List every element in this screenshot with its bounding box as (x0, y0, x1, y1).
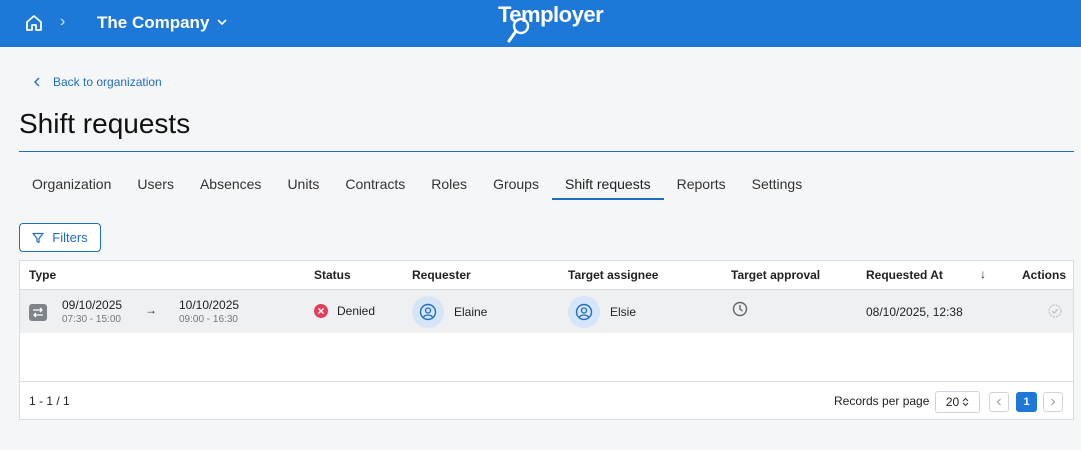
requester-cell: Elaine (412, 296, 487, 328)
tab-reports[interactable]: Reports (664, 167, 739, 200)
to-shift: 10/10/2025 09:00 - 16:30 (179, 298, 239, 325)
swap-icon (29, 304, 47, 321)
chevron-left-icon (34, 77, 40, 87)
top-bar: › The Company Temployer (0, 0, 1081, 47)
avatar (412, 296, 444, 328)
from-shift: 09/10/2025 07:30 - 15:00 (62, 298, 122, 325)
column-actions: Actions (1022, 268, 1067, 282)
tab-shift-requests[interactable]: Shift requests (551, 167, 664, 200)
column-requested-at[interactable]: Requested At (866, 268, 943, 282)
tab-units[interactable]: Units (274, 167, 332, 200)
avatar (568, 296, 600, 328)
from-date: 09/10/2025 (62, 298, 123, 312)
shift-requests-table: Type Status Requester Target assignee Ta… (19, 260, 1074, 420)
title-divider (19, 151, 1074, 152)
tab-contracts[interactable]: Contracts (332, 167, 418, 200)
next-page-button[interactable] (1043, 392, 1063, 412)
tab-users[interactable]: Users (124, 167, 187, 200)
requester-name: Elaine (454, 305, 488, 319)
back-to-organization-link[interactable]: Back to organization (33, 75, 162, 89)
table-footer: 1 - 1 / 1 Records per page 20 1 (20, 381, 1073, 419)
target-assignee-name: Elsie (610, 305, 637, 319)
arrow-right-icon: → (145, 303, 157, 317)
records-per-page-select[interactable]: 20 (935, 391, 980, 413)
chevron-left-icon (996, 398, 1001, 406)
table-row[interactable]: 09/10/2025 07:30 - 15:00 → 10/10/2025 09… (20, 290, 1073, 333)
record-range: 1 - 1 / 1 (29, 394, 70, 408)
breadcrumb-separator: › (60, 13, 66, 30)
updown-icon (962, 397, 969, 407)
filters-button[interactable]: Filters (19, 223, 101, 252)
records-per-page-value: 20 (945, 395, 960, 409)
tab-groups[interactable]: Groups (480, 167, 552, 200)
denied-icon (314, 304, 328, 318)
column-status[interactable]: Status (314, 268, 351, 282)
filters-label: Filters (52, 230, 88, 245)
status-text: Denied (337, 304, 376, 318)
back-link-label: Back to organization (53, 75, 162, 89)
tab-roles[interactable]: Roles (418, 167, 480, 200)
page-button-current[interactable]: 1 (1016, 392, 1037, 412)
to-date: 10/10/2025 (179, 298, 240, 312)
section-tabs: Organization Users Absences Units Contra… (19, 167, 815, 200)
table-header: Type Status Requester Target assignee Ta… (20, 261, 1073, 290)
company-selector[interactable]: The Company (97, 13, 209, 33)
requested-at: 08/10/2025, 12:38 (866, 305, 963, 319)
clock-icon (732, 301, 748, 317)
column-type[interactable]: Type (29, 268, 56, 282)
chevron-right-icon (1051, 398, 1056, 406)
brand-logo[interactable]: Temployer (498, 2, 604, 43)
column-target-assignee[interactable]: Target assignee (568, 268, 658, 282)
tab-absences[interactable]: Absences (187, 167, 274, 200)
status-badge: Denied (314, 304, 375, 318)
approve-action-icon[interactable] (1048, 304, 1062, 318)
page-title: Shift requests (19, 108, 191, 139)
tab-settings[interactable]: Settings (739, 167, 816, 200)
prev-page-button[interactable] (989, 392, 1009, 412)
home-icon[interactable] (24, 13, 44, 33)
column-requester[interactable]: Requester (412, 268, 471, 282)
chevron-down-icon[interactable] (216, 16, 228, 28)
tab-organization[interactable]: Organization (19, 167, 124, 200)
records-per-page-label: Records per page (834, 394, 930, 408)
magnifier-icon (507, 17, 530, 43)
user-icon (575, 303, 593, 321)
to-time: 09:00 - 16:30 (179, 314, 238, 325)
sort-descending-icon[interactable]: ↓ (980, 267, 986, 281)
from-time: 07:30 - 15:00 (62, 314, 121, 325)
target-assignee-cell: Elsie (568, 296, 636, 328)
user-icon (419, 303, 437, 321)
filter-icon (32, 232, 44, 243)
column-target-approval[interactable]: Target approval (731, 268, 820, 282)
